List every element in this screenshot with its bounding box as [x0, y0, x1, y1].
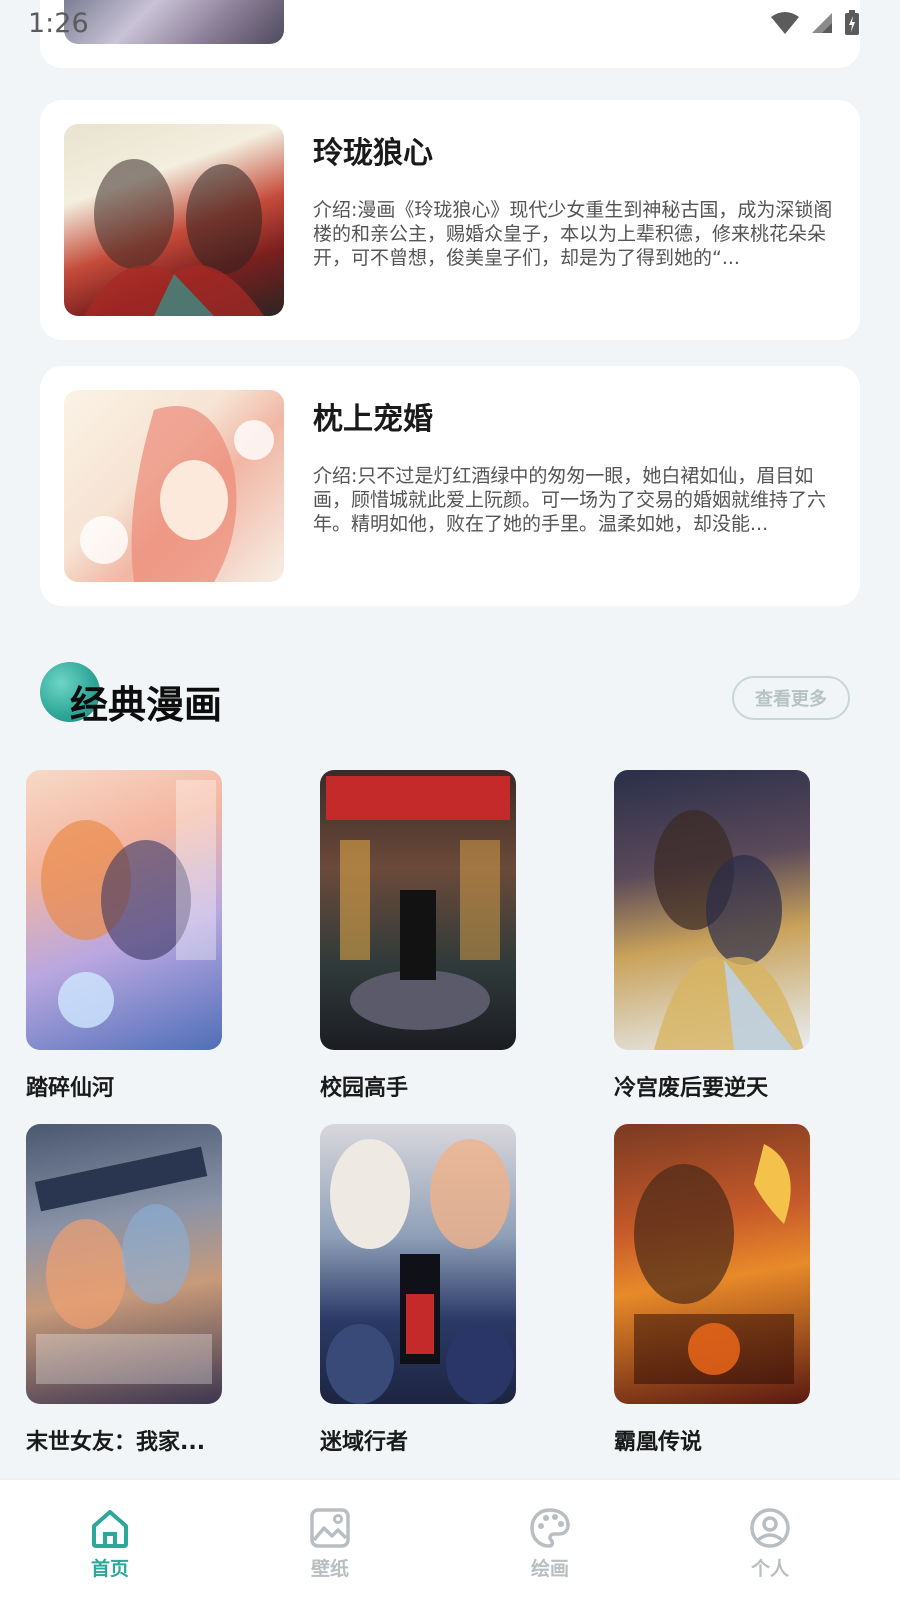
- comic-name: 校园高手: [320, 1076, 409, 1101]
- comic-cover: [614, 770, 810, 1050]
- nav-label: 个人: [750, 1558, 789, 1580]
- bottom-nav: 首页 壁纸 绘画 个人: [0, 1480, 900, 1600]
- nav-label: 壁纸: [310, 1558, 349, 1580]
- user-icon: [750, 1508, 790, 1548]
- book-description: 介绍:只不过是灯红酒绿中的匆匆一眼，她白裙如仙，眉目如画，顾惜城就此爱上阮颜。可…: [313, 465, 827, 535]
- signal-icon: [812, 13, 832, 33]
- comic-name: 迷域行者: [320, 1430, 409, 1455]
- home-icon: [92, 1510, 128, 1548]
- view-more-button[interactable]: 查看更多: [732, 676, 850, 720]
- comic-grid-item[interactable]: 迷域行者: [320, 1124, 516, 1456]
- comic-name: 踏碎仙河: [26, 1076, 115, 1101]
- cover-art: [84, 159, 264, 316]
- comic-grid-item[interactable]: 冷宫废后要逆天: [614, 770, 810, 1102]
- book-cover: [64, 124, 284, 316]
- comic-cover: [614, 1124, 810, 1404]
- palette-icon: [530, 1508, 570, 1548]
- status-bar: 1:26: [0, 0, 900, 50]
- comic-cover: [320, 1124, 516, 1404]
- comic-cover: [26, 1124, 222, 1404]
- comic-grid-item[interactable]: 末世女友：我家...: [26, 1124, 222, 1456]
- nav-label: 首页: [90, 1558, 129, 1580]
- comic-name: 霸凰传说: [614, 1430, 703, 1455]
- wifi-icon: [771, 12, 799, 34]
- book-card[interactable]: 枕上宠婚 介绍:只不过是灯红酒绿中的匆匆一眼，她白裙如仙，眉目如画，顾惜城就此爱…: [40, 366, 860, 606]
- comic-cover: [320, 770, 516, 1050]
- comic-name: 末世女友：我家...: [26, 1430, 206, 1455]
- book-description: 介绍:漫画《玲珑狼心》现代少女重生到神秘古国，成为深锁阁楼的和亲公主，赐婚众皇子…: [313, 199, 833, 269]
- comic-name: 冷宫废后要逆天: [614, 1076, 769, 1101]
- comic-cover: [26, 770, 222, 1050]
- status-icons: [770, 10, 860, 36]
- comic-grid-item[interactable]: 校园高手: [320, 770, 516, 1102]
- classic-section-header: 经典漫画 查看更多: [40, 662, 860, 732]
- book-card[interactable]: 玲珑狼心 介绍:漫画《玲珑狼心》现代少女重生到神秘古国，成为深锁阁楼的和亲公主，…: [40, 100, 860, 340]
- section-title: 经典漫画: [70, 683, 223, 727]
- image-icon: [310, 1508, 350, 1548]
- book-cover: [64, 390, 284, 582]
- comic-grid-item[interactable]: 踏碎仙河: [26, 770, 222, 1102]
- comic-grid-item[interactable]: 霸凰传说: [614, 1124, 810, 1456]
- nav-item-drawing[interactable]: 绘画: [490, 1480, 610, 1600]
- nav-item-profile[interactable]: 个人: [710, 1480, 830, 1600]
- nav-item-home[interactable]: 首页: [50, 1480, 170, 1600]
- nav-item-wallpaper[interactable]: 壁纸: [270, 1480, 390, 1600]
- battery-icon: [845, 10, 859, 35]
- nav-label: 绘画: [530, 1558, 569, 1580]
- book-title: 枕上宠婚: [313, 402, 433, 437]
- status-time: 1:26: [28, 8, 89, 39]
- book-title: 玲珑狼心: [313, 136, 433, 171]
- cover-art: [80, 406, 274, 582]
